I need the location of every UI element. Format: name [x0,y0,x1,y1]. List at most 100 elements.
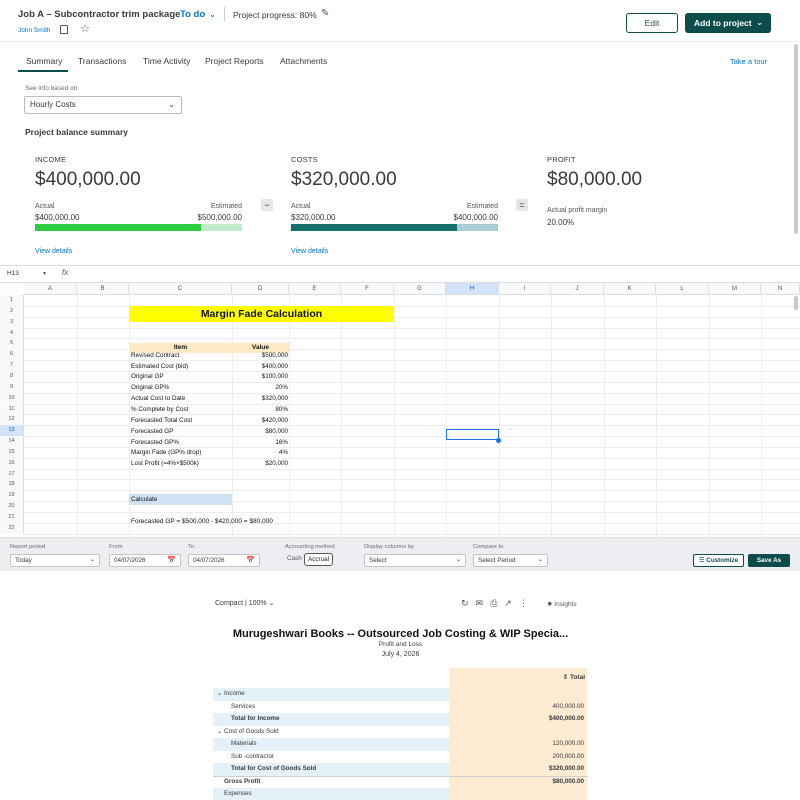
row-header-22[interactable]: 22 [0,522,24,534]
column-header-n[interactable]: N [761,283,800,295]
row-header-1[interactable]: 1 [0,295,24,306]
row-header-12[interactable]: 12 [0,414,24,426]
report-row[interactable]: Sub -contractor 200,000.00 [213,751,588,764]
costs-view-details-link[interactable]: View details [291,248,328,255]
row-amount[interactable]: 200,000.00 [552,753,584,760]
export-icon[interactable]: ↗ [504,598,512,608]
tab-time-activity[interactable]: Time Activity [143,56,190,66]
from-date-input[interactable]: 04/07/2026 📅 [109,554,181,567]
column-header-l[interactable]: L [656,283,709,295]
fill-handle[interactable] [496,438,501,443]
report-row[interactable]: Gross Profit $80,000.00 [213,775,588,789]
email-icon[interactable]: ✉ [476,598,484,608]
column-header-m[interactable]: M [709,283,761,295]
value-cell[interactable]: $100,000 [232,373,288,380]
row-header-21[interactable]: 21 [0,512,24,523]
tab-project-reports[interactable]: Project Reports [205,56,264,66]
row-header-14[interactable]: 14 [0,436,24,447]
status-dropdown[interactable]: To do ⌄ [180,9,216,20]
item-cell[interactable]: Original GP [131,373,164,380]
value-cell[interactable]: $320,000 [232,395,288,402]
customize-button[interactable]: ☰ Customize [693,554,744,567]
row-amount[interactable]: $80,000.00 [552,778,584,785]
value-cell[interactable]: $500,000 [232,352,288,359]
save-as-button[interactable]: Save As [748,554,790,567]
accrual-option[interactable]: Accrual [304,553,333,566]
column-header-b[interactable]: B [77,283,129,295]
chevron-down-icon[interactable]: ⌄ [217,728,224,735]
row-amount[interactable]: 120,000.00 [552,740,584,747]
star-icon[interactable]: ☆ [80,22,90,35]
row-header-18[interactable]: 18 [0,479,24,491]
report-row[interactable]: Services 400,000.00 [213,701,588,714]
income-view-details-link[interactable]: View details [35,248,72,255]
report-row[interactable]: Materials 120,000.00 [213,738,588,751]
report-period-select[interactable]: Today ⌄ [10,554,100,567]
column-header-g[interactable]: G [394,283,446,295]
calendar-icon[interactable]: 📅 [167,555,176,566]
report-row[interactable]: ⌄ Income [213,688,588,701]
notes-icon[interactable] [60,25,68,34]
item-cell[interactable]: Original GP% [131,384,169,391]
value-cell[interactable]: 80% [232,406,288,413]
value-cell[interactable]: 4% [232,449,288,456]
item-cell[interactable]: Margin Fade (GP% drop) [131,449,201,456]
column-header-f[interactable]: F [341,283,394,295]
row-header-5[interactable]: 5 [0,338,24,350]
column-header-a[interactable]: A [24,283,77,295]
name-box[interactable]: H13 [7,270,19,277]
row-header-10[interactable]: 10 [0,392,24,404]
page-scrollbar[interactable] [794,44,798,234]
row-header-13[interactable]: 13 [0,425,24,437]
tab-attachments[interactable]: Attachments [280,56,327,66]
value-cell[interactable]: $20,000 [232,460,288,467]
row-header-16[interactable]: 16 [0,457,24,469]
value-cell[interactable]: $420,000 [232,417,288,424]
more-icon[interactable]: ⋮ [519,598,528,608]
tab-summary[interactable]: Summary [26,56,62,66]
row-header-7[interactable]: 7 [0,360,24,371]
cash-option[interactable]: Cash [287,555,302,562]
column-header-c[interactable]: C [129,283,232,295]
report-row[interactable]: ⌄ Cost of Goods Sold [213,726,588,739]
refresh-icon[interactable]: ↻ [461,598,469,608]
row-amount[interactable]: $320,000.00 [549,765,584,772]
value-cell[interactable]: 20% [232,384,288,391]
to-date-input[interactable]: 04/07/2026 📅 [188,554,260,567]
calendar-icon[interactable]: 📅 [246,555,255,566]
row-header-6[interactable]: 6 [0,349,24,361]
take-a-tour-link[interactable]: Take a tour [730,57,767,66]
row-header-3[interactable]: 3 [0,316,24,328]
row-header-11[interactable]: 11 [0,403,24,415]
chevron-down-icon[interactable]: ⌄ [217,690,224,697]
column-header-i[interactable]: I [499,283,551,295]
view-density-select[interactable]: Compact | 100% ⌄ [215,599,274,607]
column-header-e[interactable]: E [289,283,341,295]
owner-link[interactable]: John Smith [18,27,51,34]
formula-note-cell[interactable]: Forecasted GP = $500,000 - $420,000 = $8… [131,518,273,525]
item-cell[interactable]: Revised Contract [131,352,179,359]
column-header-k[interactable]: K [604,283,656,295]
compare-to-select[interactable]: Select Period ⌄ [473,554,548,567]
row-header-19[interactable]: 19 [0,490,24,502]
cost-basis-select[interactable]: Hourly Costs ⌄ [24,96,182,114]
row-header-9[interactable]: 9 [0,381,24,393]
edit-button[interactable]: Edit [626,13,678,33]
report-row[interactable]: Total for Income $400,000.00 [213,713,588,726]
value-cell[interactable]: $80,000 [232,428,288,435]
column-header-h[interactable]: H [446,283,499,295]
chevron-down-icon[interactable]: ▾ [43,270,46,277]
item-cell[interactable]: Estimated Cost (bid) [131,363,188,370]
row-header-17[interactable]: 17 [0,468,24,480]
item-cell[interactable]: % Complete by Cost [131,406,188,413]
row-header-2[interactable]: 2 [0,305,24,317]
row-amount[interactable]: 400,000.00 [552,703,584,710]
report-row[interactable]: Expenses [213,788,588,800]
row-header-4[interactable]: 4 [0,327,24,339]
sheet-title-cell[interactable]: Margin Fade Calculation [129,306,394,322]
value-cell[interactable]: 16% [232,439,288,446]
tab-transactions[interactable]: Transactions [78,56,126,66]
value-cell[interactable]: $400,000 [232,363,288,370]
item-cell[interactable]: Forecasted GP% [131,439,179,446]
print-icon[interactable]: ⎙ [490,598,497,608]
